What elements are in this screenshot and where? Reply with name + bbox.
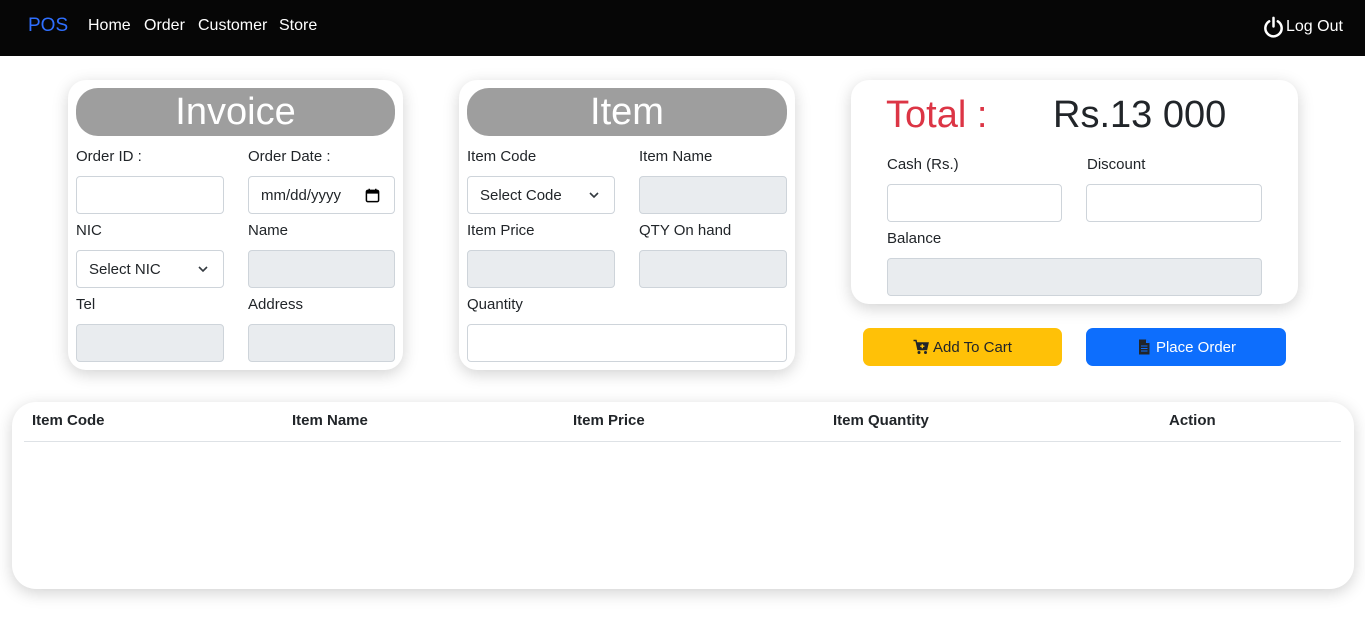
nav-link-store[interactable]: Store <box>279 17 317 35</box>
item-name-field <box>639 176 787 214</box>
tel-field <box>76 324 224 362</box>
order-id-label: Order ID : <box>76 148 142 165</box>
nic-label: NIC <box>76 222 102 239</box>
add-to-cart-label: Add To Cart <box>933 338 1012 356</box>
item-name-label: Item Name <box>639 148 713 165</box>
chevron-down-icon <box>589 192 599 199</box>
customer-name-field <box>248 250 395 288</box>
item-code-label: Item Code <box>467 148 537 165</box>
item-price-label: Item Price <box>467 222 535 239</box>
discount-label: Discount <box>1087 156 1146 173</box>
nav-link-customer[interactable]: Customer <box>198 17 267 35</box>
balance-label: Balance <box>887 230 942 247</box>
cash-label: Cash (Rs.) <box>887 156 959 173</box>
quantity-label: Quantity <box>467 296 523 313</box>
cart-plus-icon <box>913 339 929 354</box>
brand-logo[interactable]: POS <box>28 15 68 37</box>
order-date-label: Order Date : <box>248 148 331 165</box>
balance-field <box>887 258 1262 296</box>
nic-select[interactable]: Select NIC <box>76 250 224 288</box>
order-id-input[interactable] <box>76 176 224 214</box>
place-order-label: Place Order <box>1155 338 1237 356</box>
item-code-select[interactable]: Select Code <box>467 176 615 214</box>
invoice-title: Invoice <box>76 88 395 136</box>
navbar: POS Home Order Customer Store Log Out <box>0 0 1365 56</box>
document-icon <box>1138 339 1150 355</box>
order-date-input[interactable]: mm/dd/yyyy <box>248 176 395 214</box>
qty-on-hand-label: QTY On hand <box>639 222 732 239</box>
total-label: Total : <box>886 94 988 136</box>
quantity-input[interactable] <box>467 324 787 362</box>
address-label: Address <box>248 296 304 313</box>
discount-input[interactable] <box>1086 184 1262 222</box>
item-price-field <box>467 250 615 288</box>
total-value: Rs.13 000 <box>1053 94 1227 136</box>
calendar-icon[interactable] <box>365 188 380 203</box>
column-header-item-quantity: Item Quantity <box>833 412 929 429</box>
cart-table <box>12 402 1354 589</box>
column-header-item-name: Item Name <box>292 412 368 429</box>
cash-input[interactable] <box>887 184 1062 222</box>
column-header-item-price: Item Price <box>573 412 645 429</box>
qty-on-hand-field <box>639 250 787 288</box>
address-field <box>248 324 395 362</box>
power-icon <box>1264 16 1283 38</box>
name-label: Name <box>248 222 289 239</box>
nav-link-home[interactable]: Home <box>88 17 131 35</box>
chevron-down-icon <box>198 266 208 273</box>
column-header-action: Action <box>1169 412 1216 429</box>
place-order-button[interactable]: Place Order <box>1086 328 1286 366</box>
item-code-select-value: Select Code <box>480 186 562 204</box>
logout-button[interactable]: Log Out <box>1262 14 1343 40</box>
order-date-placeholder: mm/dd/yyyy <box>261 186 342 204</box>
table-header-divider <box>24 441 1341 442</box>
nic-select-value: Select NIC <box>89 260 161 278</box>
tel-label: Tel <box>76 296 96 313</box>
item-title: Item <box>467 88 787 136</box>
nav-link-order[interactable]: Order <box>144 17 185 35</box>
add-to-cart-button[interactable]: Add To Cart <box>863 328 1062 366</box>
logout-label: Log Out <box>1286 18 1343 35</box>
column-header-item-code: Item Code <box>32 412 105 429</box>
